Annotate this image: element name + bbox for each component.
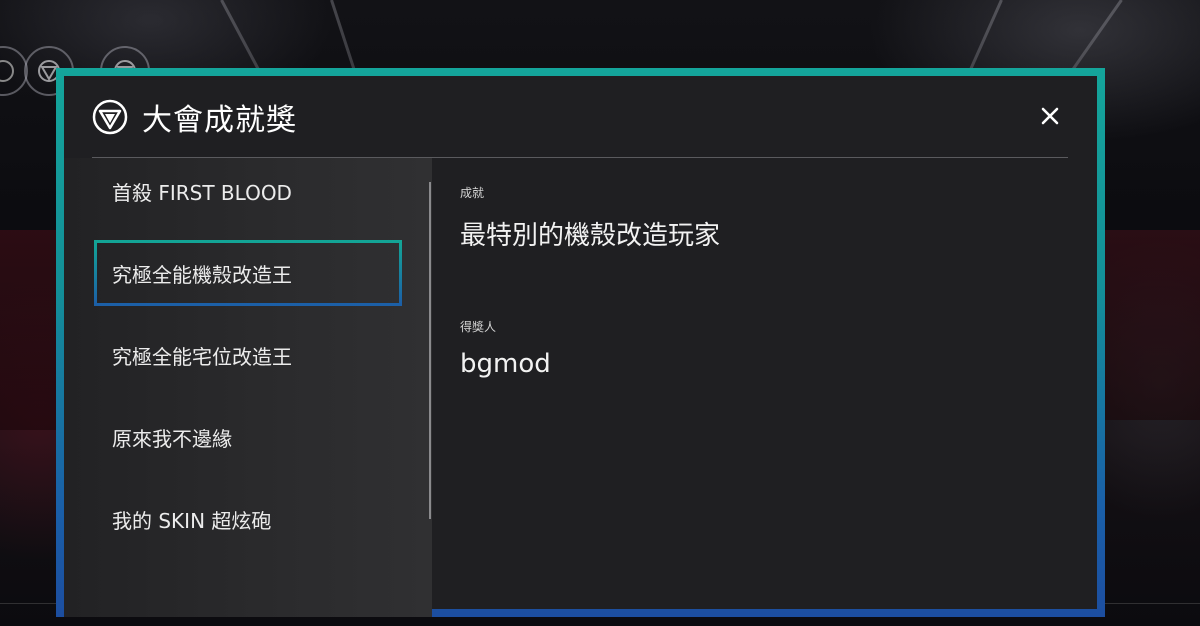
award-category-label: 究極全能機殼改造王 (112, 262, 292, 287)
triangle-emblem-icon (0, 60, 14, 82)
award-category-label: 我的 SKIN 超炫砲 (112, 508, 272, 533)
background-red-panel (0, 230, 60, 430)
award-category-label: 究極全能宅位改造王 (112, 344, 292, 369)
achievement-label: 成就 (460, 186, 485, 200)
dialog-header: 大會成就獎 (92, 76, 1068, 158)
award-category-item[interactable]: 首殺 FIRST BLOOD (94, 158, 402, 224)
winner-label: 得獎人 (460, 320, 497, 334)
close-icon (1041, 107, 1059, 125)
award-detail-panel: 成就 最特別的機殼改造玩家 得獎人 bgmod (460, 184, 1060, 379)
award-category-item[interactable]: 原來我不邊緣 (94, 404, 402, 470)
achievement-value: 最特別的機殼改造玩家 (460, 221, 721, 251)
winner-value: bgmod (460, 349, 551, 379)
triangle-emblem-icon (92, 99, 128, 135)
winner-block: 得獎人 bgmod (460, 318, 1060, 379)
background-red-panel (1105, 230, 1200, 420)
award-category-list: 首殺 FIRST BLOOD 究極全能機殼改造王 究極全能宅位改造王 原來我不邊… (64, 158, 432, 617)
achievement-dialog-frame: 大會成就獎 首殺 FIRST BLOOD 究極全能機殼改造王 究極全能宅位改造王… (56, 68, 1105, 617)
award-category-label: 首殺 FIRST BLOOD (112, 180, 292, 205)
achievement-dialog: 大會成就獎 首殺 FIRST BLOOD 究極全能機殼改造王 究極全能宅位改造王… (64, 76, 1097, 617)
award-category-item[interactable]: 究極全能宅位改造王 (94, 322, 402, 388)
dialog-title: 大會成就獎 (142, 102, 297, 138)
list-divider (429, 182, 431, 519)
award-category-item[interactable]: 我的 SKIN 超炫砲 (94, 486, 402, 552)
award-category-label: 原來我不邊緣 (112, 426, 232, 451)
award-category-item[interactable]: 究極全能機殼改造王 (94, 240, 402, 306)
close-button[interactable] (1038, 104, 1062, 128)
